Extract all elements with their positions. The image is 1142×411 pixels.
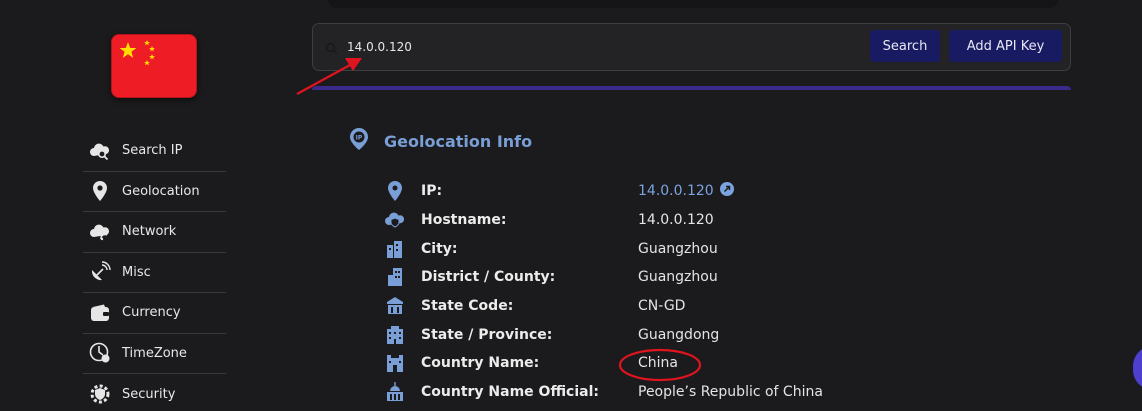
country-flag-china <box>111 34 197 98</box>
china-flag-stars-icon <box>119 40 155 66</box>
sidebar-nav: Search IP Geolocation Network Misc Curre… <box>83 131 226 411</box>
wallet-icon <box>89 302 111 324</box>
ip-link[interactable]: 14.0.0.120 <box>638 182 734 200</box>
sidebar-item-timezone[interactable]: TimeZone <box>83 334 226 374</box>
sidebar-item-label: Misc <box>122 264 151 280</box>
row-value: China <box>638 355 678 372</box>
building-icon <box>384 266 406 288</box>
sidebar-item-network[interactable]: Network <box>83 212 226 253</box>
cloud-shield-icon <box>384 209 406 231</box>
search-bar: Search Add API Key <box>312 23 1071 71</box>
castle-icon <box>384 352 406 374</box>
ip-search-input[interactable] <box>347 32 867 62</box>
sidebar-item-label: Search IP <box>122 143 183 159</box>
info-row-district: District / County: Guangzhou <box>384 263 823 292</box>
row-label: IP: <box>421 183 443 200</box>
sidebar-item-currency[interactable]: Currency <box>83 293 226 334</box>
info-row-city: City: Guangzhou <box>384 234 823 263</box>
row-value: CN-GD <box>638 298 686 315</box>
svg-text:IP: IP <box>356 135 363 142</box>
sidebar-item-label: Network <box>122 224 177 240</box>
row-value: Guangdong <box>638 326 720 343</box>
panel-top-border <box>312 86 1071 90</box>
cloud-network-icon <box>89 221 111 243</box>
sidebar-item-label: Security <box>122 386 176 402</box>
row-label: State / Province: <box>421 326 553 343</box>
satellite-dish-icon <box>89 261 111 283</box>
map-pin-icon <box>384 180 406 202</box>
info-row-country-name: Country Name: China <box>384 349 823 378</box>
sidebar-item-label: TimeZone <box>122 345 187 361</box>
row-label: Country Name: <box>421 355 540 372</box>
sidebar-item-misc[interactable]: Misc <box>83 253 226 293</box>
shield-gear-icon <box>89 383 111 405</box>
row-label: City: <box>421 240 458 257</box>
sidebar-item-security[interactable]: Security <box>83 374 226 411</box>
floating-action-button[interactable] <box>1133 346 1142 390</box>
sidebar-item-label: Currency <box>122 305 181 321</box>
top-panel-edge <box>328 0 1058 8</box>
city-icon <box>384 238 406 260</box>
row-value: 14.0.0.120 <box>638 212 714 229</box>
cloud-search-icon <box>89 140 111 162</box>
row-label: District / County: <box>421 269 556 286</box>
info-row-state-province: State / Province: Guangdong <box>384 320 823 349</box>
sidebar-item-label: Geolocation <box>122 183 200 199</box>
capitol-icon <box>384 381 406 403</box>
row-label: Hostname: <box>421 212 507 229</box>
info-row-country-name-official: Country Name Official: People’s Republic… <box>384 378 823 407</box>
row-label: State Code: <box>421 298 514 315</box>
clock-globe-icon <box>89 342 111 364</box>
row-value: Guangzhou <box>638 240 718 257</box>
section-header: IP Geolocation Info <box>348 127 532 155</box>
info-row-hostname: Hostname: 14.0.0.120 <box>384 206 823 235</box>
page-title: Geolocation Info <box>384 131 533 151</box>
sidebar-item-search-ip[interactable]: Search IP <box>83 131 226 172</box>
ip-pin-icon: IP <box>348 127 370 155</box>
info-row-ip: IP: 14.0.0.120 <box>384 177 823 206</box>
external-link-icon[interactable] <box>719 182 734 200</box>
row-label: Country Name Official: <box>421 384 600 401</box>
map-pin-icon <box>89 180 111 202</box>
row-value[interactable]: 14.0.0.120 <box>638 183 714 199</box>
office-building-icon <box>384 324 406 346</box>
row-value: People’s Republic of China <box>638 384 823 401</box>
add-api-key-button[interactable]: Add API Key <box>949 30 1062 62</box>
sidebar-item-geolocation[interactable]: Geolocation <box>83 172 226 212</box>
government-building-icon <box>384 295 406 317</box>
info-row-state-code: State Code: CN-GD <box>384 292 823 321</box>
search-icon <box>325 40 338 59</box>
geolocation-info-list: IP: 14.0.0.120 Hostname: 14.0.0.120 City… <box>384 177 823 407</box>
row-value: Guangzhou <box>638 269 718 286</box>
search-button[interactable]: Search <box>870 30 940 62</box>
